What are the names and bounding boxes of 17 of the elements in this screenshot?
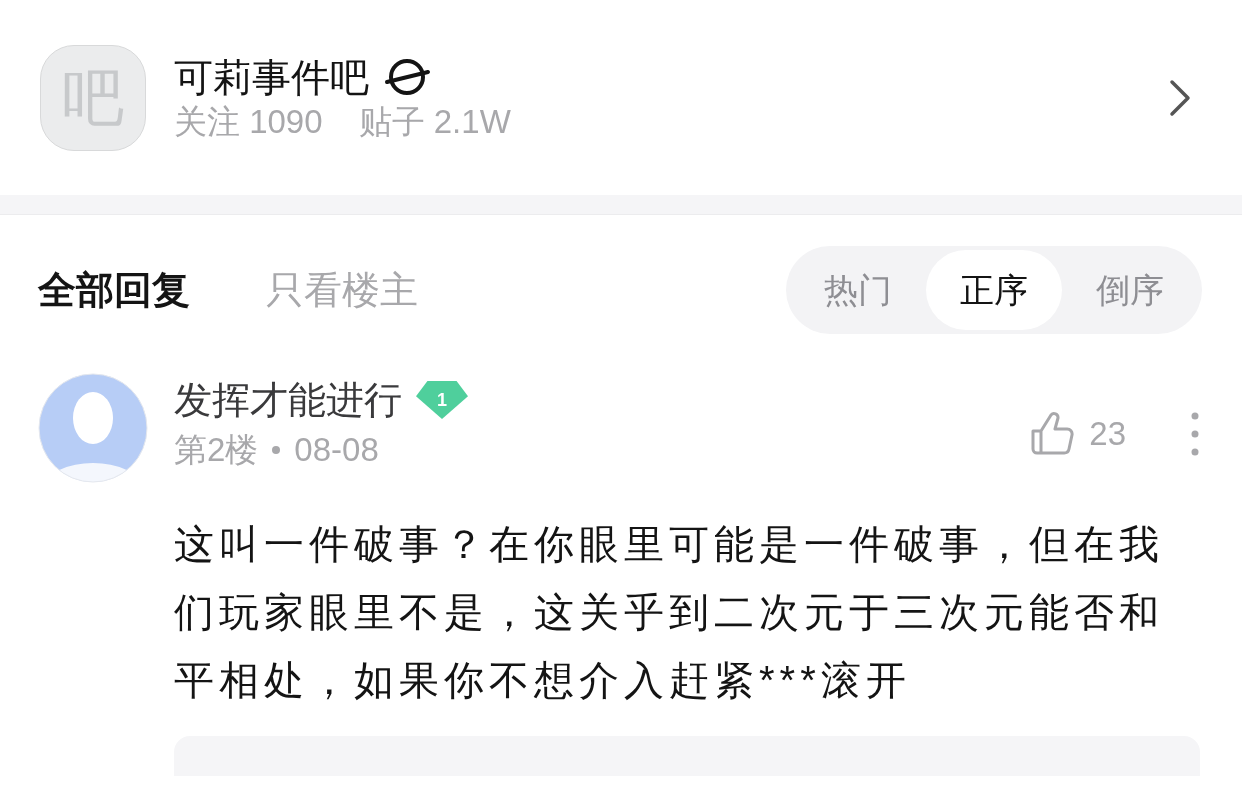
reply-text: 这叫一件破事？在你眼里可能是一件破事，但在我们玩家眼里不是，这关乎到二次元于三次元能否和平相处，如果你不想介入赶紧***滚开 <box>174 521 1165 704</box>
follower-count: 关注 1090 <box>174 105 323 138</box>
level-badge: 1 <box>416 381 468 419</box>
sort-option[interactable]: 倒序 <box>1062 250 1198 330</box>
planet-icon <box>383 57 431 97</box>
username[interactable]: 发挥才能进行 <box>174 381 402 419</box>
chevron-right-icon[interactable] <box>1168 77 1192 118</box>
forum-name: 可莉事件吧 <box>174 57 369 97</box>
sort-option[interactable]: 正序 <box>926 250 1062 330</box>
floor-number: 第2楼 <box>174 433 259 466</box>
like-button[interactable]: 23 <box>1029 409 1126 459</box>
sort-option[interactable]: 热门 <box>790 250 926 330</box>
thumbs-up-icon <box>1029 410 1076 457</box>
reply-tab[interactable]: 只看楼主 <box>266 271 418 309</box>
post-count: 贴子 2.1W <box>358 105 511 138</box>
post-date: 08-08 <box>294 433 379 466</box>
reply-tab[interactable]: 全部回复 <box>38 271 190 309</box>
